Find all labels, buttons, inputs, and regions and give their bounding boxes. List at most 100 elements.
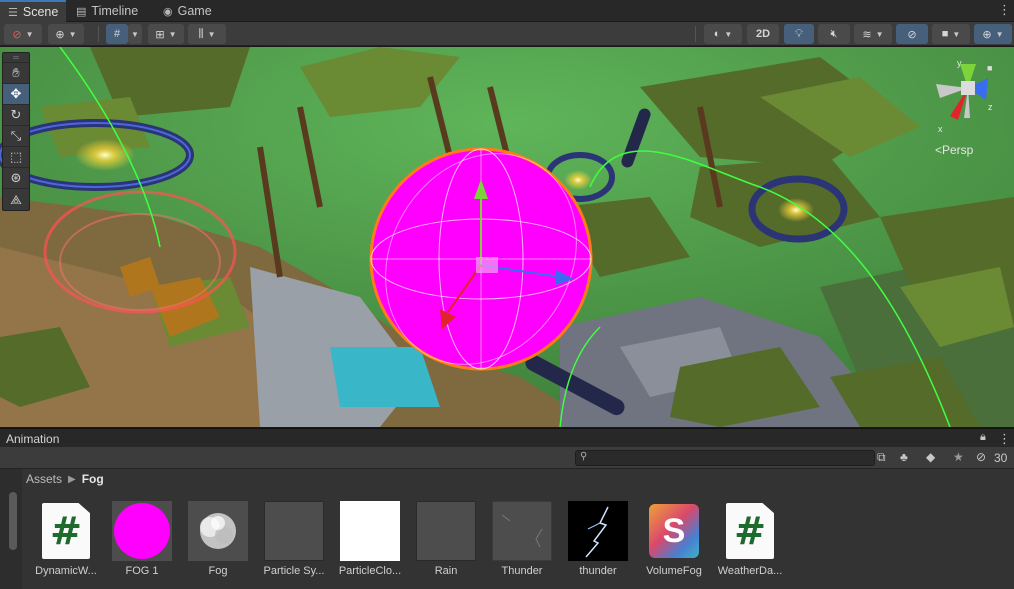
magenta-material-sphere-icon <box>114 503 170 559</box>
white-material-icon <box>340 501 400 561</box>
shader-graph-icon: S <box>649 504 699 558</box>
asset-item[interactable]: Rain <box>408 499 484 589</box>
cracks-particle-icon <box>492 501 552 561</box>
overlay-drag-handle[interactable]: ═ <box>3 53 29 63</box>
scene-viewport[interactable] <box>0 47 1014 427</box>
rotate-icon: ↻ <box>10 107 22 122</box>
projection-mode-label[interactable]: <Persp <box>935 143 973 157</box>
asset-item[interactable]: S VolumeFog <box>636 499 712 589</box>
asset-item[interactable]: # WeatherDa... <box>712 499 788 589</box>
particle-system-icon <box>416 501 476 561</box>
animation-panel-header: Animation 🔒︎ ⋮ <box>0 428 1014 447</box>
speaker-muted-icon: 🔇︎ <box>830 27 838 40</box>
transform-tool-button[interactable]: ⊛ <box>3 168 29 189</box>
search-input[interactable]: ⚲ <box>575 450 875 466</box>
scene-visibility-toggle[interactable]: ⊘ <box>896 24 928 44</box>
chevron-down-icon: ▼ <box>207 29 216 39</box>
move-tool-button[interactable]: ✥ <box>3 84 29 105</box>
custom-tool-icon: ⟁ <box>10 191 22 207</box>
panel-options-menu-icon[interactable]: ⋮ <box>998 431 1011 447</box>
lighting-toggle[interactable]: 💡︎ <box>784 24 814 44</box>
tab-timeline[interactable]: ▤ Timeline <box>68 0 148 22</box>
chevron-down-icon: ▼ <box>952 29 961 39</box>
ruler-icon: ⫼ <box>198 27 204 40</box>
scale-tool-button[interactable]: ⤡ <box>3 126 29 147</box>
search-icon: ⚲ <box>580 451 588 462</box>
draw-mode-dropdown[interactable]: ⊘ ▼ <box>4 24 42 44</box>
favorites-star-icon[interactable]: ★ <box>953 450 964 464</box>
rect-tool-button[interactable]: ⬚ <box>3 147 29 168</box>
breadcrumb-assets[interactable]: Assets <box>26 472 62 486</box>
rotate-tool-button[interactable]: ↻ <box>3 105 29 126</box>
filter-by-type-icon[interactable]: ♣ <box>900 450 908 464</box>
snap-increment-icon: ⊞ <box>155 28 165 41</box>
layers-icon: ≋ <box>862 28 872 41</box>
hand-icon: ✋︎ <box>12 65 20 80</box>
tab-scene[interactable]: ☰ Scene <box>0 0 66 22</box>
shading-mode-dropdown[interactable]: ◐ ▼ <box>704 24 742 44</box>
globe-icon: ⊕ <box>55 28 65 41</box>
panel-lock-icon[interactable]: 🔒︎ <box>980 431 986 444</box>
particle-system-icon <box>264 501 324 561</box>
audio-toggle[interactable]: 🔇︎ <box>818 24 850 44</box>
asset-label: ParticleClo... <box>338 565 402 577</box>
camera-settings-dropdown[interactable]: ■ ▼ <box>932 24 970 44</box>
gizmo-axis-x-label: x <box>938 124 943 134</box>
gizmo-lock-icon[interactable]: ■ <box>987 63 992 73</box>
chevron-down-icon: ▼ <box>724 29 733 39</box>
tab-timeline-label: Timeline <box>91 4 139 18</box>
breadcrumb-chevron-right-icon: ▶ <box>68 473 76 485</box>
effects-dropdown[interactable]: ≋ ▼ <box>854 24 892 44</box>
asset-item[interactable]: Particle Sy... <box>256 499 332 589</box>
asset-label: thunder <box>579 565 617 577</box>
grid-snap-icon: # <box>113 28 121 40</box>
filter-by-label-icon[interactable]: ◆ <box>926 450 935 464</box>
custom-tool-button[interactable]: ⟁ <box>3 189 29 210</box>
lightning-texture-icon <box>568 501 628 561</box>
scene-options-menu-icon[interactable]: ⋮ <box>998 2 1011 18</box>
move-arrows-icon: ✥ <box>10 86 22 101</box>
tab-scene-label: Scene <box>22 5 59 19</box>
asset-label: Rain <box>434 565 458 577</box>
scene-tab-bar: ☰ Scene ▤ Timeline ◉ Game ⋮ <box>0 0 1014 22</box>
gizmo-axis-z-label: z <box>988 102 993 112</box>
search-by-type-icon[interactable]: ⧉ <box>877 450 886 465</box>
asset-item[interactable]: Fog <box>180 499 256 589</box>
asset-item[interactable]: # DynamicW... <box>28 499 104 589</box>
scene-toolbar: ⊘ ▼ ⊕ ▼ # ▼ ⊞ ▼ ⫼ ▼ ◐ ▼ 2D 💡︎ 🔇︎ ≋ ▼ ⊘ ■ ▼ ⊕ ▼ <box>0 22 1014 46</box>
breadcrumb-fog[interactable]: Fog <box>82 472 104 486</box>
hidden-packages-count: 30 <box>994 451 1008 465</box>
folder-tree-scrollbar[interactable] <box>9 492 17 550</box>
tab-game-label: Game <box>177 4 212 18</box>
grid-toggle-button[interactable]: # <box>106 24 128 44</box>
tab-game[interactable]: ◉ Game <box>155 0 225 22</box>
toolbar-divider <box>695 26 696 42</box>
shading-sphere-icon: ◐ <box>713 28 721 40</box>
hidden-packages-eye-icon[interactable]: ⊘ <box>976 450 986 464</box>
animation-panel-title[interactable]: Animation <box>6 432 59 446</box>
asset-item[interactable]: Thunder <box>484 499 560 589</box>
asset-item[interactable]: ParticleClo... <box>332 499 408 589</box>
transform-globe-icon: ⊛ <box>10 170 22 185</box>
scene-render[interactable] <box>0 47 1014 427</box>
hand-tool-button[interactable]: ✋︎ <box>3 63 29 84</box>
global-local-dropdown[interactable]: ⊕ ▼ <box>48 24 84 44</box>
asset-label: FOG 1 <box>125 565 159 577</box>
grid-dropdown[interactable]: ▼ <box>128 24 142 44</box>
asset-item[interactable]: thunder <box>560 499 636 589</box>
scene-grid-icon: ☰ <box>8 6 18 19</box>
ruler-dropdown[interactable]: ⫼ ▼ <box>188 24 226 44</box>
2d-mode-toggle[interactable]: 2D <box>747 24 779 44</box>
snap-dropdown[interactable]: ⊞ ▼ <box>148 24 184 44</box>
chevron-down-icon: ▼ <box>25 29 34 39</box>
chevron-down-icon: ▼ <box>131 29 139 39</box>
2d-mode-label: 2D <box>755 28 771 40</box>
asset-label: VolumeFog <box>646 565 702 577</box>
transform-tools-overlay: ═ ✋︎ ✥ ↻ ⤡ ⬚ ⊛ ⟁ <box>2 52 30 211</box>
gizmos-dropdown[interactable]: ⊕ ▼ <box>974 24 1012 44</box>
lightbulb-icon: 💡︎ <box>795 27 803 40</box>
project-search-bar: ⚲ ⧉ ♣ ◆ ★ ⊘ 30 <box>0 447 1014 469</box>
asset-label: DynamicW... <box>35 565 97 577</box>
chevron-down-icon: ▼ <box>168 29 177 39</box>
asset-item[interactable]: FOG 1 <box>104 499 180 589</box>
